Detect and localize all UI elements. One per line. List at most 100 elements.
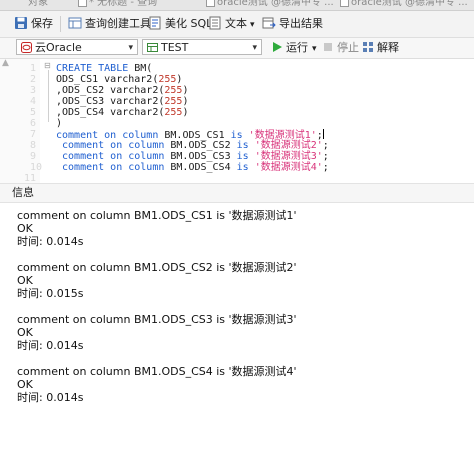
run-label: 运行 [286,41,308,54]
chevron-down-icon: ▾ [252,43,257,53]
code-line: ODS_CS1 varchar2(255) [56,74,182,85]
sql-editor[interactable]: ▲ ⊟ 1 2 3 4 5 6 7 8 9 10 11 12 CREATE TA… [0,58,474,195]
message-status: OK [17,222,33,235]
message-status: OK [17,326,33,339]
save-icon [14,16,28,30]
code-text: ; [322,162,329,173]
code-text: BM.ODS_CS4 [164,162,237,173]
code-text: ) [182,96,189,107]
schema-icon [147,42,158,58]
beautify-sql-label: 美化 SQL [165,17,213,30]
code-number: 255 [164,96,183,107]
message-sql: comment on column BM1.ODS_CS4 is '数据源测试4… [17,365,297,378]
code-line: ,ODS_CS2 varchar2(255) [56,85,188,96]
code-keyword: is [236,140,249,151]
stop-label: 停止 [337,41,359,54]
code-line: CREATE TABLE BM( [56,63,152,74]
text-icon [208,16,222,30]
beautify-sql-icon [148,16,162,30]
chevron-down-icon: ▾ [128,43,133,53]
message-time: 时间: 0.015s [17,287,84,300]
tab-label: oracle测试 @德清中专 ... [351,0,468,8]
explain-button[interactable]: 解释 [362,39,399,57]
tab-objects[interactable]: 对象 [28,0,48,10]
code-line: ) [56,118,62,129]
code-text: ,ODS_CS4 varchar2( [56,107,165,118]
line-number: 9 [30,151,37,162]
line-number: 2 [30,74,37,85]
code-text: ,ODS_CS3 varchar2( [56,96,165,107]
line-number: 6 [30,118,37,129]
code-line: comment on column BM.ODS_CS2 is '数据源测试2'… [56,140,329,151]
query-builder-button[interactable]: 查询创建工具 [68,15,151,33]
code-line: comment on column BM.ODS_CS3 is '数据源测试3'… [56,151,329,162]
export-result-button[interactable]: 导出结果 [262,15,323,33]
code-text: BM( [128,63,153,74]
query-builder-icon [68,16,82,30]
code-text: ) [56,118,63,129]
stop-icon [322,40,334,54]
code-keyword: is [236,151,249,162]
text-cursor [322,129,324,139]
stop-button[interactable]: 停止 [322,39,359,57]
run-button[interactable]: 运行 ▾ [271,39,317,57]
explain-label: 解释 [377,41,399,54]
explain-icon [362,40,374,54]
text-button[interactable]: 文本 ▾ [208,15,255,33]
code-text: ODS_CS1 varchar2( [56,74,159,85]
tab-oracle-test-2[interactable]: oracle测试 @德清中专 ... [340,0,468,10]
run-icon [271,40,283,54]
message-sql: comment on column BM1.ODS_CS1 is '数据源测试1… [17,209,297,222]
scroll-up-icon: ▲ [2,58,9,68]
schema-select[interactable]: TEST ▾ [142,39,262,55]
code-line: ,ODS_CS4 varchar2(255) [56,107,188,118]
query-builder-label: 查询创建工具 [85,17,151,30]
query-icon [206,0,215,7]
schema-value: TEST [161,41,189,54]
query-icon [78,0,87,7]
code-text: ) [176,74,183,85]
toolbar-divider [60,16,61,32]
code-line: comment on column BM.ODS_CS4 is '数据源测试4'… [56,162,329,173]
code-number: 255 [158,74,177,85]
chevron-down-icon: ▾ [250,20,255,30]
tab-info[interactable]: 信息 [12,186,34,200]
code-text: BM.ODS_CS2 [164,140,237,151]
code-line: ,ODS_CS3 varchar2(255) [56,96,188,107]
code-keyword: comment on column [56,140,165,151]
query-icon [340,0,349,7]
server-select[interactable]: 云Oracle ▾ [16,39,138,55]
beautify-sql-button[interactable]: 美化 SQL [148,15,212,33]
message-sql: comment on column BM1.ODS_CS3 is '数据源测试3… [17,313,297,326]
tab-untitled-query[interactable]: * 无标题 - 查询 [78,0,157,10]
code-text: ,ODS_CS2 varchar2( [56,85,165,96]
code-text: ) [182,85,189,96]
message-status: OK [17,274,33,287]
code-keyword: comment on column [56,151,165,162]
code-string: '数据源测试3' [248,151,323,162]
tab-label: * 无标题 - 查询 [89,0,158,8]
code-number: 255 [164,107,183,118]
message-status: OK [17,378,33,391]
save-button[interactable]: 保存 [14,15,53,33]
code-text: BM.ODS_CS3 [164,151,237,162]
message-time: 时间: 0.014s [17,339,84,352]
line-number: 10 [30,162,43,173]
export-result-label: 导出结果 [279,17,323,30]
tab-oracle-test-1[interactable]: oracle测试 @德清中专 ... [206,0,334,10]
fold-guide [48,70,49,122]
connection-bar: 云Oracle ▾ TEST ▾ 运行 ▾ 停止 解释 [0,38,474,59]
save-label: 保存 [31,17,53,30]
line-number: 1 [30,63,37,74]
chevron-down-icon: ▾ [312,44,317,54]
message-sql: comment on column BM1.ODS_CS2 is '数据源测试2… [17,261,297,274]
server-value: 云Oracle [35,41,82,54]
line-number: 3 [30,85,37,96]
code-text: ; [322,140,329,151]
main-toolbar: 保存 查询创建工具 美化 SQL 文本 ▾ 导出结果 [0,11,474,38]
tab-label: oracle测试 @德清中专 ... [217,0,334,8]
fold-marker: ⊟ [44,61,51,70]
code-number: 255 [164,85,183,96]
message-time: 时间: 0.014s [17,235,84,248]
oracle-server-icon [21,42,32,58]
